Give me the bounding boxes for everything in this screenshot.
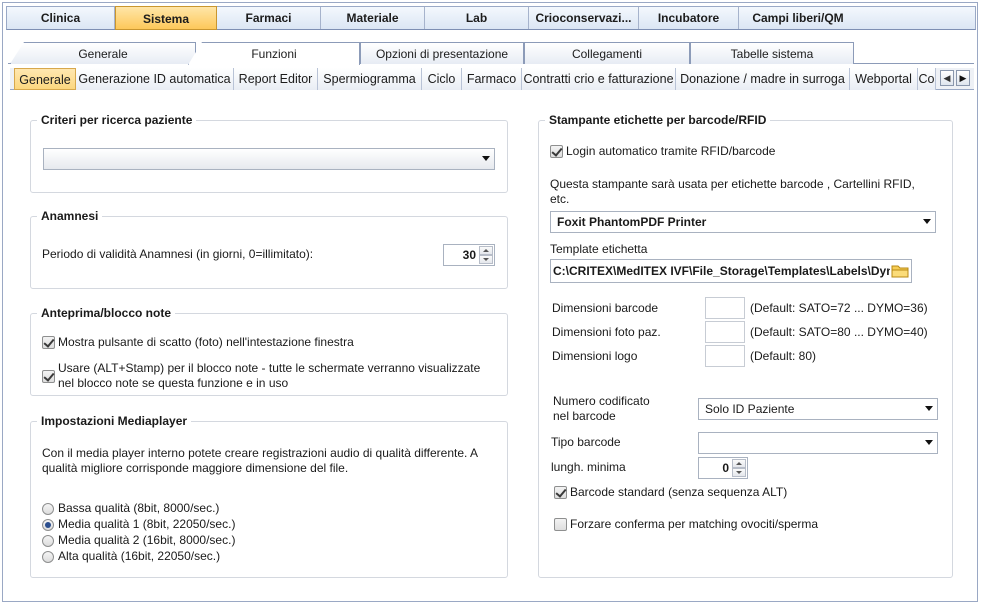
subtab-generazione-id[interactable]: Generazione ID automatica <box>76 68 234 90</box>
chevron-down-icon <box>925 440 933 445</box>
spin-down-icon[interactable] <box>479 255 493 264</box>
mediaplayer-desc-line1: Con il media player interno potete crear… <box>42 446 479 460</box>
dim-barcode-default: (Default: SATO=72 ... DYMO=36) <box>750 301 928 315</box>
barcode-standard-label: Barcode standard (senza sequenza ALT) <box>570 485 788 499</box>
radio-alta-label: Alta qualità (16bit, 22050/sec.) <box>58 549 221 563</box>
anteprima-group: Anteprima/blocco note Mostra pulsante di… <box>30 306 508 396</box>
printer-select[interactable]: Foxit PhantomPDF Printer <box>550 211 936 233</box>
anteprima-title: Anteprima/blocco note <box>37 306 176 320</box>
tab-sistema[interactable]: Sistema <box>115 6 217 30</box>
anamnesi-label: Periodo di validità Anamnesi (in giorni,… <box>42 247 314 261</box>
lungh-minima-stepper[interactable]: 0 <box>698 457 748 479</box>
dim-foto-label: Dimensioni foto paz. <box>552 325 661 339</box>
numero-select[interactable]: Solo ID Paziente <box>698 398 938 420</box>
radio-media1-label: Media qualità 1 (8bit, 22050/sec.) <box>58 517 236 531</box>
mediaplayer-desc-line2: qualità migliore corrisponde maggiore di… <box>42 461 349 475</box>
spin-up-icon[interactable] <box>479 246 493 255</box>
tab-opzioni-presentazione[interactable]: Opzioni di presentazione <box>360 42 524 64</box>
radio-alta-qualita[interactable] <box>42 551 54 563</box>
chevron-down-icon <box>923 219 931 224</box>
tab-generale-section[interactable]: Generale <box>10 42 196 64</box>
alt-stamp-label-line2: nel blocco note se questa funzione e in … <box>58 376 289 390</box>
folder-icon[interactable] <box>890 262 910 280</box>
anamnesi-title: Anamnesi <box>37 209 103 223</box>
subtab-webportal[interactable]: Webportal <box>850 68 918 90</box>
anamnesi-stepper[interactable]: 30 <box>443 244 495 266</box>
tab-clinica[interactable]: Clinica <box>7 7 115 29</box>
numero-label-line2: nel barcode <box>553 409 616 423</box>
spin-down-icon[interactable] <box>732 468 746 477</box>
chevron-down-icon <box>925 406 933 411</box>
radio-bassa-qualita[interactable] <box>42 503 54 515</box>
stampante-group: Stampante etichette per barcode/RFID Log… <box>538 113 953 578</box>
radio-media-qualita-2[interactable] <box>42 535 54 547</box>
tab-collegamenti[interactable]: Collegamenti <box>524 42 690 64</box>
tab-crioconservazione[interactable]: Crioconservazi... <box>529 7 639 29</box>
tab-lab[interactable]: Lab <box>425 7 529 29</box>
tab-campi-liberi[interactable]: Campi liberi/QM <box>739 7 857 29</box>
criteri-title: Criteri per ricerca paziente <box>37 113 197 127</box>
anamnesi-value: 30 <box>462 248 476 262</box>
section-tab-bar: Generale Funzioni Opzioni di presentazio… <box>8 42 974 65</box>
dim-logo-field[interactable] <box>705 345 745 367</box>
subtab-report-editor[interactable]: Report Editor <box>234 68 318 90</box>
tipo-barcode-select[interactable] <box>698 432 938 454</box>
stampante-title: Stampante etichette per barcode/RFID <box>545 113 771 127</box>
dim-logo-default: (Default: 80) <box>750 349 817 363</box>
radio-media-qualita-1[interactable] <box>42 519 54 531</box>
tab-incubatore[interactable]: Incubatore <box>639 7 739 29</box>
criteri-select[interactable] <box>43 148 495 170</box>
tab-materiale[interactable]: Materiale <box>321 7 425 29</box>
template-value: C:\CRITEX\MedITEX IVF\File_Storage\Templ… <box>553 264 905 278</box>
mostra-pulsante-checkbox[interactable] <box>42 336 55 349</box>
alt-stamp-label-line1: Usare (ALT+Stamp) per il blocco note - t… <box>58 361 481 375</box>
subtab-truncated[interactable]: Co <box>918 68 936 90</box>
scroll-right-icon[interactable]: ▶ <box>956 70 970 86</box>
stampante-desc-line1: Questa stampante sarà usata per etichett… <box>550 177 915 191</box>
forzare-conferma-label: Forzare conferma per matching ovociti/sp… <box>570 517 819 531</box>
stampante-desc-line2: etc. <box>550 192 570 206</box>
dim-foto-default: (Default: SATO=80 ... DYMO=40) <box>750 325 928 339</box>
subtab-farmaco[interactable]: Farmaco <box>462 68 522 90</box>
mediaplayer-title: Impostazioni Mediaplayer <box>37 414 192 428</box>
numero-label-line1: Numero codificato <box>553 394 650 408</box>
subtab-generale[interactable]: Generale <box>14 68 76 90</box>
radio-bassa-label: Bassa qualità (8bit, 8000/sec.) <box>58 501 220 515</box>
mediaplayer-group: Impostazioni Mediaplayer Con il media pl… <box>30 414 508 578</box>
barcode-standard-checkbox[interactable] <box>554 486 567 499</box>
dim-barcode-field[interactable] <box>705 297 745 319</box>
template-label: Template etichetta <box>550 242 648 256</box>
tipo-barcode-label: Tipo barcode <box>551 435 621 449</box>
forzare-conferma-checkbox[interactable] <box>554 518 567 531</box>
sub-tab-bar: Generale Generazione ID automatica Repor… <box>10 68 974 90</box>
mostra-pulsante-label: Mostra pulsante di scatto (foto) nell'in… <box>58 335 354 349</box>
dim-logo-label: Dimensioni logo <box>552 349 638 363</box>
lungh-minima-value: 0 <box>722 461 729 475</box>
module-tab-bar: Clinica Sistema Farmaci Materiale Lab Cr… <box>6 6 976 30</box>
anamnesi-group: Anamnesi Periodo di validità Anamnesi (i… <box>30 209 508 289</box>
tab-farmaci[interactable]: Farmaci <box>217 7 321 29</box>
spin-up-icon[interactable] <box>732 459 746 468</box>
scroll-left-icon[interactable]: ◀ <box>940 70 954 86</box>
subtab-ciclo[interactable]: Ciclo <box>422 68 462 90</box>
template-field[interactable]: C:\CRITEX\MedITEX IVF\File_Storage\Templ… <box>550 259 912 283</box>
subtab-contratti[interactable]: Contratti crio e fatturazione <box>522 68 676 90</box>
alt-stamp-checkbox[interactable] <box>42 370 55 383</box>
radio-media2-label: Media qualità 2 (16bit, 8000/sec.) <box>58 533 236 547</box>
subtab-donazione[interactable]: Donazione / madre in surroga <box>676 68 850 90</box>
tab-tabelle-sistema[interactable]: Tabelle sistema <box>690 42 854 64</box>
numero-select-value: Solo ID Paziente <box>705 402 795 416</box>
subtab-spermiogramma[interactable]: Spermiogramma <box>318 68 422 90</box>
dim-barcode-label: Dimensioni barcode <box>552 301 659 315</box>
criteri-group: Criteri per ricerca paziente <box>30 113 508 193</box>
lungh-minima-label: lungh. minima <box>551 460 626 474</box>
login-rfid-label: Login automatico tramite RFID/barcode <box>566 144 776 158</box>
tab-funzioni[interactable]: Funzioni <box>188 42 360 65</box>
dim-foto-field[interactable] <box>705 321 745 343</box>
login-rfid-checkbox[interactable] <box>550 145 563 158</box>
chevron-down-icon <box>482 156 490 161</box>
printer-select-value: Foxit PhantomPDF Printer <box>557 215 707 229</box>
